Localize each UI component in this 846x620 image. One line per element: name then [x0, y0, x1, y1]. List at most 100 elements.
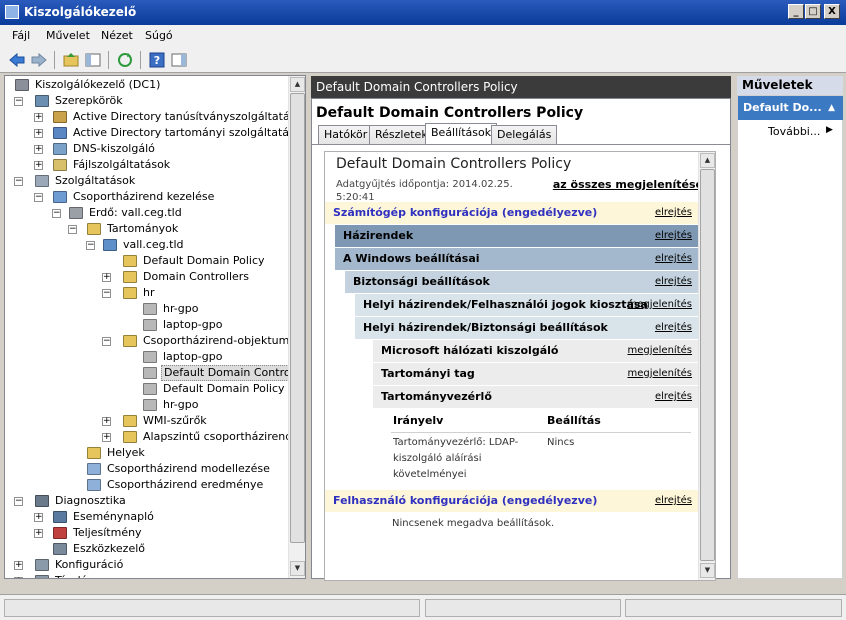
tree-item[interactable]: Default Domain Policy: [5, 253, 289, 269]
section-toggle-link[interactable]: megjelenítés: [627, 294, 692, 316]
section-toggle-link[interactable]: megjelenítés: [627, 340, 692, 362]
collapse-icon[interactable]: −: [14, 497, 23, 506]
expand-icon[interactable]: +: [102, 273, 111, 282]
collapse-up-icon[interactable]: ▲: [828, 96, 835, 120]
tree-item[interactable]: Default Domain Policy: [5, 381, 289, 397]
menu-file[interactable]: Fájl: [12, 29, 30, 42]
expand-icon[interactable]: +: [102, 417, 111, 426]
tree-item[interactable]: Helyek: [5, 445, 289, 461]
expand-icon[interactable]: +: [102, 433, 111, 442]
tab-delegation[interactable]: Delegálás: [491, 125, 558, 144]
menu-view[interactable]: Nézet: [101, 29, 133, 42]
report-section[interactable]: Helyi házirendek/Felhasználói jogok kios…: [355, 294, 700, 316]
more-actions[interactable]: További... ▶: [768, 125, 833, 138]
expand-icon[interactable]: +: [34, 145, 43, 154]
user-config-hide-link[interactable]: elrejtés: [655, 490, 692, 512]
tree-item[interactable]: + Fájlszolgáltatások: [5, 157, 289, 173]
menu-help[interactable]: Súgó: [145, 29, 173, 42]
section-toggle-link[interactable]: elrejtés: [655, 202, 692, 224]
maximize-button[interactable]: □: [805, 4, 821, 19]
refresh-icon[interactable]: [116, 51, 134, 69]
tree-item[interactable]: + Alapszintű csoportházirend-obj: [5, 429, 305, 445]
tree-item[interactable]: − Erdő: vall.ceg.tld: [5, 205, 289, 221]
section-toggle-link[interactable]: elrejtés: [655, 317, 692, 339]
section-toggle-link[interactable]: elrejtés: [655, 386, 692, 408]
report-section[interactable]: Microsoft hálózati kiszolgáló megjeleníté…: [373, 340, 700, 362]
forward-arrow-icon[interactable]: [30, 51, 48, 69]
tab-scope[interactable]: Hatókör: [318, 125, 374, 144]
tree-item[interactable]: laptop-gpo: [5, 349, 289, 365]
scroll-up-icon[interactable]: ▲: [700, 153, 715, 168]
tree-vertical-scrollbar[interactable]: ▲ ▼: [288, 76, 305, 578]
report-section[interactable]: Házirendek elrejtés: [335, 225, 700, 247]
expand-icon[interactable]: +: [34, 161, 43, 170]
tree-item[interactable]: + Konfiguráció: [5, 557, 289, 573]
tree-item[interactable]: laptop-gpo: [5, 317, 289, 333]
tree-item[interactable]: Kiszolgálókezelő (DC1): [5, 77, 289, 93]
collapse-icon[interactable]: −: [52, 209, 61, 218]
close-button[interactable]: X: [824, 4, 840, 19]
report-section[interactable]: Számítógép konfigurációja (engedélyezve)…: [325, 202, 700, 224]
tab-settings[interactable]: Beállítások: [425, 123, 498, 145]
tree-item[interactable]: − hr: [5, 285, 289, 301]
section-toggle-link[interactable]: elrejtés: [655, 248, 692, 270]
tree-item[interactable]: − Szolgáltatások: [5, 173, 289, 189]
tree-item[interactable]: − vall.ceg.tld: [5, 237, 289, 253]
section-toggle-link[interactable]: elrejtés: [655, 225, 692, 247]
scrollbar-thumb[interactable]: [700, 169, 715, 561]
report-section[interactable]: Tartományvezérlő elrejtés: [373, 386, 700, 408]
collapse-icon[interactable]: −: [14, 177, 23, 186]
tree-item[interactable]: Default Domain Controllers: [5, 365, 305, 381]
expand-icon[interactable]: +: [34, 513, 43, 522]
tree-item[interactable]: − Tartományok: [5, 221, 289, 237]
expand-icon[interactable]: +: [14, 561, 23, 570]
tree-item[interactable]: + WMI-szűrők: [5, 413, 289, 429]
scroll-down-icon[interactable]: ▼: [700, 563, 715, 578]
report-vertical-scrollbar[interactable]: ▲ ▼: [698, 152, 715, 580]
tree-item[interactable]: − Diagnosztika: [5, 493, 289, 509]
expand-icon[interactable]: +: [34, 129, 43, 138]
tree-item[interactable]: Eszközkezelő: [5, 541, 289, 557]
expand-icon[interactable]: +: [34, 113, 43, 122]
show-all-link[interactable]: az összes megjelenítése: [553, 178, 703, 191]
tree-item[interactable]: + Active Directory tartományi szolgáltatá…: [5, 125, 305, 141]
collapse-icon[interactable]: −: [102, 289, 111, 298]
tree-item[interactable]: Csoportházirend modellezése: [5, 461, 289, 477]
actions-selected-item[interactable]: Default Do... ▲: [738, 96, 843, 120]
tree-item[interactable]: + Domain Controllers: [5, 269, 289, 285]
tree-item[interactable]: + Tárolás: [5, 573, 289, 578]
tree-item[interactable]: Csoportházirend eredménye: [5, 477, 289, 493]
scrollbar-thumb[interactable]: [290, 93, 305, 543]
tree-item[interactable]: − Csoportházirend kezelése: [5, 189, 289, 205]
report-section[interactable]: Helyi házirendek/Biztonsági beállítások e…: [355, 317, 700, 339]
collapse-icon[interactable]: −: [14, 97, 23, 106]
user-config-section[interactable]: Felhasználó konfigurációja (engedélyezve…: [325, 490, 700, 512]
tree-item[interactable]: hr-gpo: [5, 397, 289, 413]
collapse-icon[interactable]: −: [86, 241, 95, 250]
tree-item[interactable]: + Eseménynapló: [5, 509, 289, 525]
minimize-button[interactable]: _: [788, 4, 804, 19]
scroll-up-icon[interactable]: ▲: [290, 77, 305, 92]
tree-item[interactable]: + Teljesítmény: [5, 525, 289, 541]
up-folder-icon[interactable]: [62, 51, 80, 69]
report-section[interactable]: Biztonsági beállítások elrejtés: [345, 271, 700, 293]
section-toggle-link[interactable]: elrejtés: [655, 271, 692, 293]
collapse-icon[interactable]: −: [102, 337, 111, 346]
tree-item[interactable]: − Szerepkörök: [5, 93, 289, 109]
tab-details[interactable]: Részletek: [369, 125, 434, 144]
collapse-icon[interactable]: −: [34, 193, 43, 202]
back-arrow-icon[interactable]: [8, 51, 26, 69]
properties-pane-icon[interactable]: [170, 51, 188, 69]
collapse-icon[interactable]: −: [68, 225, 77, 234]
menu-action[interactable]: Művelet: [46, 29, 90, 42]
expand-icon[interactable]: +: [14, 577, 23, 578]
tree-item[interactable]: + Active Directory tanúsítványszolgáltatá…: [5, 109, 305, 125]
show-hide-tree-icon[interactable]: [84, 51, 102, 69]
console-tree[interactable]: Kiszolgálókezelő (DC1) − Szerepkörök + Activ…: [4, 75, 306, 579]
section-toggle-link[interactable]: megjelenítés: [627, 363, 692, 385]
tree-item[interactable]: hr-gpo: [5, 301, 289, 317]
tree-item[interactable]: + DNS-kiszolgáló: [5, 141, 289, 157]
tree-item[interactable]: − Csoportházirend-objektumok: [5, 333, 302, 349]
expand-icon[interactable]: +: [34, 529, 43, 538]
report-section[interactable]: Tartományi tag megjelenítés: [373, 363, 700, 385]
